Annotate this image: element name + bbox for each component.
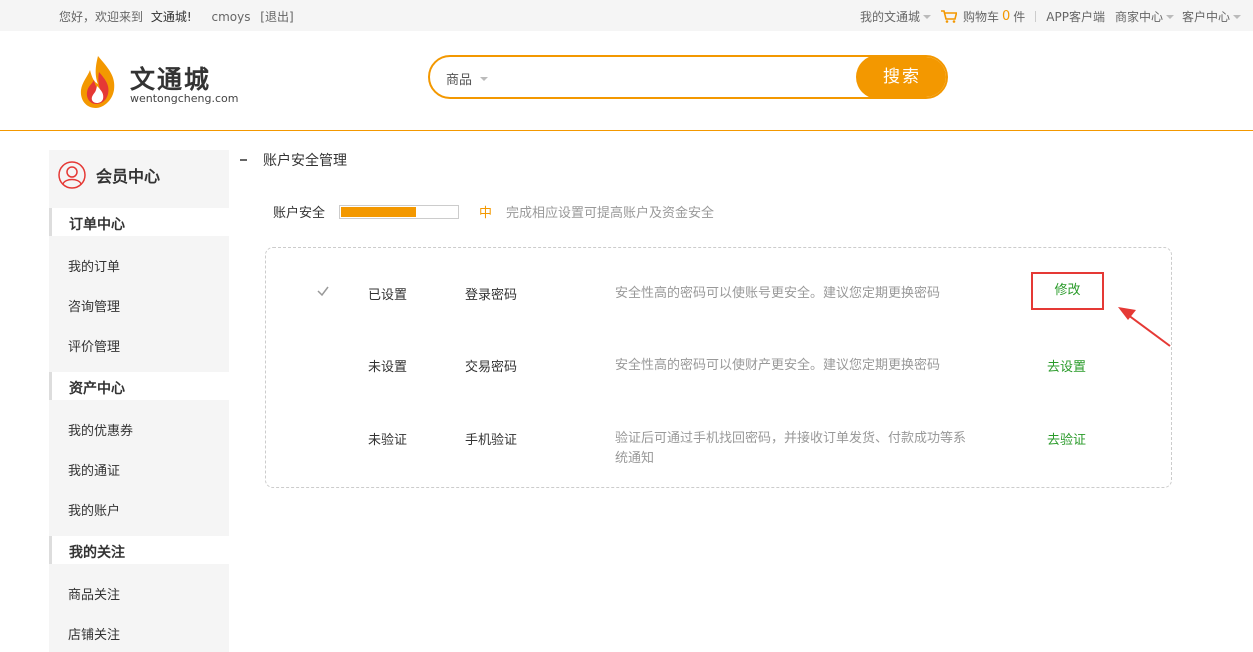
logo-name: 文通城 <box>130 65 212 94</box>
merchant-label: 商家中心 <box>1114 10 1163 24</box>
top-nav: 我的文通城 购物车 0 件 APP客户端 商家中心 客户中心 <box>860 8 1241 25</box>
security-label: 账户安全 <box>273 206 326 221</box>
site-logo[interactable]: 文通城 wentongcheng.com <box>78 54 258 114</box>
security-progress-bar <box>339 204 460 219</box>
customer-menu[interactable]: 客户中心 <box>1182 8 1241 25</box>
row-description: 安全性高的密码可以使财产更安全。建议您定期更换密码 <box>615 358 941 373</box>
my-site-menu[interactable]: 我的文通城 <box>860 8 931 25</box>
cart-label: 购物车 <box>962 10 999 24</box>
row-item: 手机验证 <box>465 433 518 448</box>
row-description: 安全性高的密码可以使账号更安全。建议您定期更换密码 <box>615 286 941 301</box>
row-item: 登录密码 <box>465 288 518 303</box>
chevron-down-icon <box>480 77 489 81</box>
sidebar-item-my-orders[interactable]: 我的订单 <box>68 256 120 275</box>
cart-link[interactable]: 购物车 0 件 <box>940 8 1026 25</box>
security-progress-fill <box>341 206 417 217</box>
welcome-area: 您好，欢迎来到 文通城! cmoys [退出] <box>59 8 294 25</box>
sidebar-group-label: 我的关注 <box>69 545 125 561</box>
annotation-arrow-icon <box>1118 307 1171 347</box>
search-input[interactable] <box>510 65 830 89</box>
sidebar-item-tokens[interactable]: 我的通证 <box>68 460 120 479</box>
app-label: APP客户端 <box>1046 10 1105 24</box>
merchant-menu[interactable]: 商家中心 <box>1115 8 1174 25</box>
sidebar: 会员中心 订单中心 我的订单 咨询管理 评价管理 资产中心 我的优惠券 我的通证… <box>49 150 229 652</box>
user-avatar-icon <box>58 161 86 189</box>
sidebar-item-coupons[interactable]: 我的优惠券 <box>68 420 133 439</box>
sidebar-item-account[interactable]: 我的账户 <box>68 500 120 519</box>
site-header: 文通城 wentongcheng.com 商品 搜索 <box>0 31 1253 131</box>
search-category-label: 商品 <box>446 73 473 88</box>
security-level-word: 中 <box>479 206 493 221</box>
sidebar-group-label: 订单中心 <box>69 217 125 233</box>
sidebar-item-product-follows[interactable]: 商品关注 <box>68 584 120 603</box>
title-dash <box>240 159 247 161</box>
search-category-select[interactable]: 商品 <box>446 69 489 88</box>
chevron-down-icon <box>1165 15 1174 19</box>
member-center-title: 会员中心 <box>58 161 160 189</box>
username-link[interactable]: cmoys <box>211 10 250 24</box>
logo-domain: wentongcheng.com <box>130 92 239 105</box>
flame-logo-icon <box>80 56 115 108</box>
site-name-link[interactable]: 文通城! <box>151 10 192 24</box>
divider <box>1035 11 1037 22</box>
cart-unit: 件 <box>1013 10 1026 24</box>
sidebar-item-shop-follows[interactable]: 店铺关注 <box>68 624 120 643</box>
search-bar: 商品 搜索 <box>428 55 948 99</box>
customer-label: 客户中心 <box>1181 10 1230 24</box>
check-icon <box>317 286 329 297</box>
sidebar-group-orders: 订单中心 <box>49 208 229 236</box>
sidebar-group-follows: 我的关注 <box>49 536 229 564</box>
my-site-label: 我的文通城 <box>859 10 920 24</box>
row-status: 未设置 <box>368 360 408 375</box>
row-status: 未验证 <box>368 433 408 448</box>
sidebar-item-reviews[interactable]: 评价管理 <box>68 336 120 355</box>
modify-password-button[interactable]: 修改 <box>1031 272 1104 310</box>
security-settings-panel: 已设置 登录密码 安全性高的密码可以使账号更安全。建议您定期更换密码 修改 未设… <box>265 247 1172 488</box>
security-level: 账户安全 中 完成相应设置可提高账户及资金安全 <box>273 202 714 221</box>
member-center-label: 会员中心 <box>96 167 161 186</box>
row-item: 交易密码 <box>465 360 518 375</box>
logout-link[interactable]: [退出] <box>260 10 293 24</box>
page-title: 账户安全管理 <box>240 150 347 170</box>
cart-count: 0 <box>1001 9 1011 24</box>
page-title-text: 账户安全管理 <box>263 153 347 169</box>
set-trade-password-link[interactable]: 去设置 <box>1047 356 1086 375</box>
top-bar: 您好，欢迎来到 文通城! cmoys [退出] 我的文通城 购物车 0 件 AP… <box>0 0 1253 31</box>
chevron-down-icon <box>922 15 931 19</box>
row-status: 已设置 <box>368 288 408 303</box>
sidebar-item-inquiries[interactable]: 咨询管理 <box>68 296 120 315</box>
cart-icon <box>940 10 957 23</box>
search-button[interactable]: 搜索 <box>856 57 946 97</box>
verify-phone-link[interactable]: 去验证 <box>1047 429 1086 448</box>
app-link[interactable]: APP客户端 <box>1046 8 1105 25</box>
greeting-text: 您好，欢迎来到 <box>59 10 144 24</box>
chevron-down-icon <box>1233 15 1241 19</box>
row-description: 验证后可通过手机找回密码，并接收订单发货、付款成功等系统通知 <box>615 431 967 466</box>
security-hint: 完成相应设置可提高账户及资金安全 <box>506 206 715 221</box>
sidebar-group-assets: 资产中心 <box>49 372 229 400</box>
sidebar-group-label: 资产中心 <box>69 381 125 397</box>
